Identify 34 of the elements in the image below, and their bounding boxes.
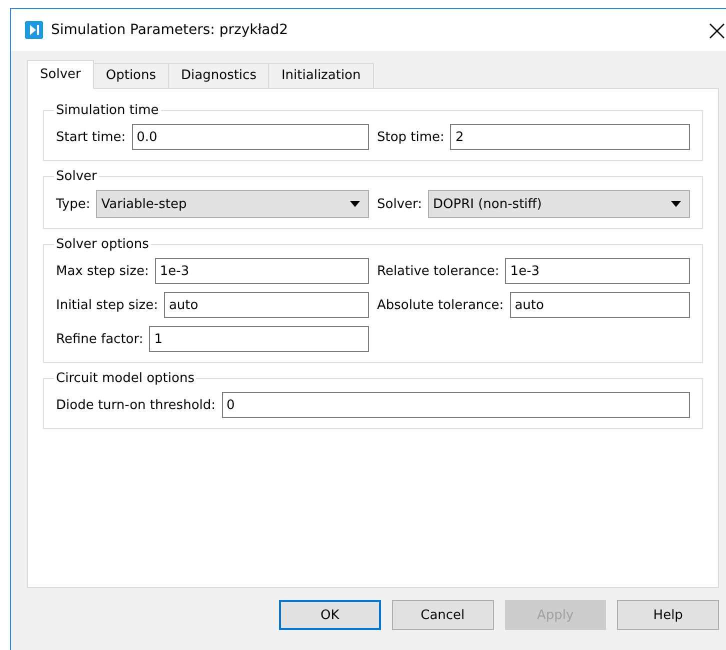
text-field[interactable]: 0.0	[132, 124, 369, 150]
window-title: Simulation Parameters: przykład2	[51, 22, 288, 38]
field-label: Initial step size:	[56, 298, 158, 312]
text-field[interactable]: auto	[510, 292, 690, 318]
field-label: Type:	[56, 196, 90, 212]
tab[interactable]: Solver	[27, 60, 94, 89]
tab[interactable]: Initialization	[268, 63, 374, 89]
dialog-button[interactable]: OK	[279, 600, 381, 630]
field-label: Diode turn-on threshold:	[56, 398, 216, 412]
field-label: Relative tolerance:	[377, 264, 500, 278]
text-field[interactable]: 1	[149, 326, 369, 352]
dropdown[interactable]: Variable-step	[96, 190, 369, 218]
group-title: Solver	[55, 169, 98, 184]
group-title: Solver options	[55, 237, 150, 252]
dialog-button[interactable]: Cancel	[392, 600, 494, 630]
dialog-button[interactable]: Help	[617, 600, 719, 630]
field-label: Absolute tolerance:	[377, 298, 504, 312]
caret-icon	[671, 201, 681, 207]
field-label: Start time:	[56, 130, 126, 144]
caret-icon	[350, 201, 360, 207]
text-field[interactable]: 1e-3	[154, 258, 369, 284]
dropdown[interactable]: DOPRI (non-stiff)	[428, 190, 690, 218]
group-title: Simulation time	[55, 103, 160, 118]
close-icon[interactable]	[709, 23, 725, 39]
text-field[interactable]: 0	[222, 392, 690, 418]
text-field[interactable]: auto	[164, 292, 369, 318]
text-field[interactable]: 1e-3	[505, 258, 690, 284]
group-title: Circuit model options	[55, 371, 196, 386]
field-label: Stop time:	[377, 130, 444, 144]
text-field[interactable]: 2	[450, 124, 690, 150]
field-label: Refine factor:	[56, 332, 144, 346]
field-label: Max step size:	[56, 264, 149, 278]
play-step-icon	[25, 21, 43, 39]
field-label: Solver:	[377, 196, 422, 212]
